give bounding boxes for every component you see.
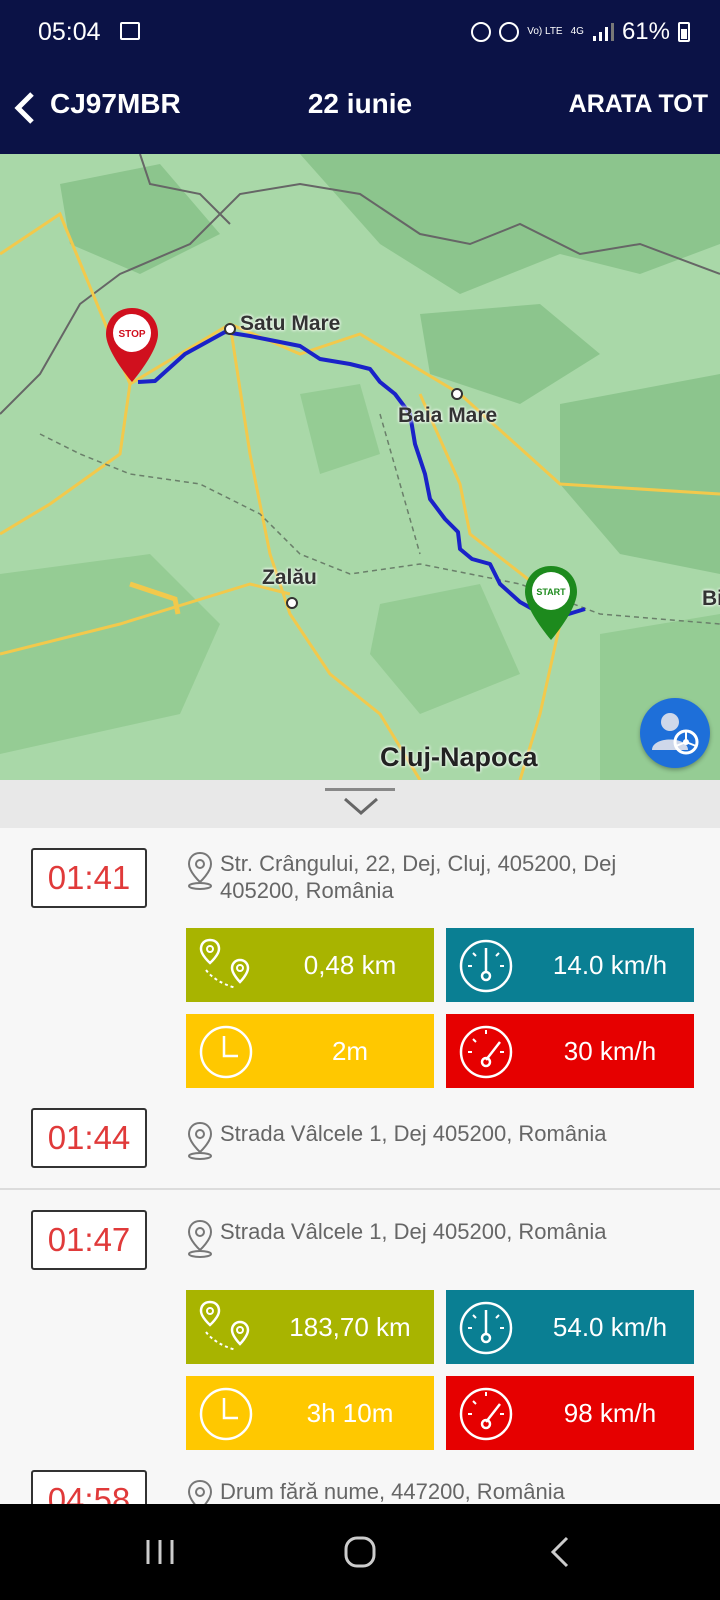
location-pin-icon [187,1219,213,1258]
map-label-cluj-napoca: Cluj-Napoca [380,742,538,772]
stop-address: Str. Crângului, 22, Dej, Cluj, 405200, D… [186,850,646,904]
location-pin-icon [187,1121,213,1160]
avg-speed-value: 14.0 km/h [552,950,668,980]
clock-icon [199,1025,253,1079]
network-indicator: 4G [570,26,584,37]
start-marker-label: START [536,587,566,597]
driver-steering-icon [652,713,699,755]
volte-indicator: Vo) LTE [527,26,563,37]
distance-tile: 183,70 km [186,1290,434,1364]
map-label-baia-mare: Baia Mare [398,404,498,427]
trip-list[interactable]: 01:41 Str. Crângului, 22, Dej, Cluj, 405… [0,828,720,1504]
battery-saver-icon [471,22,492,42]
chevron-down-icon[interactable] [343,796,379,816]
avg-speed-value: 54.0 km/h [552,1312,668,1342]
map-label-bi: Bi [702,587,720,610]
max-speed-value: 30 km/h [563,1036,657,1066]
distance-icon [199,938,250,989]
speedometer-max-icon [459,1025,513,1079]
duration-value: 3h 10m [306,1398,394,1428]
stop-time-box: 01:41 [31,848,147,908]
duration-tile: 2m [186,1014,434,1088]
bottom-sheet-handle[interactable] [0,780,720,828]
distance-value: 0,48 km [303,950,397,980]
alarm-icon [499,22,520,42]
map-label-zalau: Zalău [262,566,317,589]
battery-icon [678,22,690,42]
duration-tile: 3h 10m [186,1376,434,1450]
status-time: 05:04 [38,18,101,46]
battery-percent: 61% [621,18,670,45]
distance-tile: 0,48 km [186,928,434,1002]
speedometer-max-icon [459,1387,513,1441]
recent-apps-icon[interactable] [140,1534,180,1570]
max-speed-tile: 98 km/h [446,1376,694,1450]
stop-address-text: Str. Crângului, 22, Dej, Cluj, 405200, D… [220,851,617,903]
stop-time-box: 01:44 [31,1108,147,1168]
stop-address: Strada Vâlcele 1, Dej 405200, România [186,1218,706,1258]
avg-speed-tile: 14.0 km/h [446,928,694,1002]
duration-value: 2m [331,1036,369,1066]
location-pin-icon [187,851,213,890]
stop-marker-label: STOP [118,329,145,340]
stop-address-text: Strada Vâlcele 1, Dej 405200, România [220,1219,607,1244]
max-speed-tile: 30 km/h [446,1014,694,1088]
speedometer-avg-icon [459,1301,513,1355]
signal-icon [592,23,614,41]
distance-value: 183,70 km [289,1312,411,1342]
gallery-icon [120,22,140,40]
speedometer-avg-icon [459,939,513,993]
app-header: CJ97MBR 22 iunie ARATA TOT [0,66,720,154]
row-divider [0,1188,720,1190]
back-nav-icon[interactable] [545,1534,575,1570]
drag-bar[interactable] [325,788,395,791]
show-all-button[interactable]: ARATA TOT [569,90,708,119]
system-nav-bar [0,1504,720,1600]
stop-address: Drum fără nume, 447200, România [186,1478,706,1504]
driver-button[interactable] [640,698,710,768]
stop-address-text: Drum fără nume, 447200, România [220,1479,565,1504]
clock-icon [199,1387,253,1441]
status-icons: Vo) LTE 4G 61% [471,18,690,46]
back-arrow-icon[interactable] [8,88,48,128]
map-label-satu-mare: Satu Mare [240,312,341,335]
city-dot-zalau [286,597,298,609]
stop-marker-icon[interactable]: STOP [104,306,160,384]
home-icon[interactable] [340,1534,380,1570]
stop-address: Strada Vâlcele 1, Dej 405200, România [186,1120,706,1160]
city-dot-satu-mare [224,323,236,335]
stop-address-text: Strada Vâlcele 1, Dej 405200, România [220,1121,607,1146]
avg-speed-tile: 54.0 km/h [446,1290,694,1364]
vehicle-plate[interactable]: CJ97MBR [50,88,181,120]
distance-icon [199,1300,250,1351]
max-speed-value: 98 km/h [563,1398,657,1428]
start-marker-icon[interactable]: START [523,564,579,642]
location-pin-icon [187,1479,213,1504]
city-dot-baia-mare [451,388,463,400]
stop-time-box: 01:47 [31,1210,147,1270]
stop-time-box: 04:58 [31,1470,147,1504]
route-map[interactable]: Satu Mare Baia Mare Zalău Cluj-Napoca Bi… [0,154,720,780]
map-canvas[interactable] [0,154,720,780]
status-bar: 05:04 Vo) LTE 4G 61% [0,0,720,66]
